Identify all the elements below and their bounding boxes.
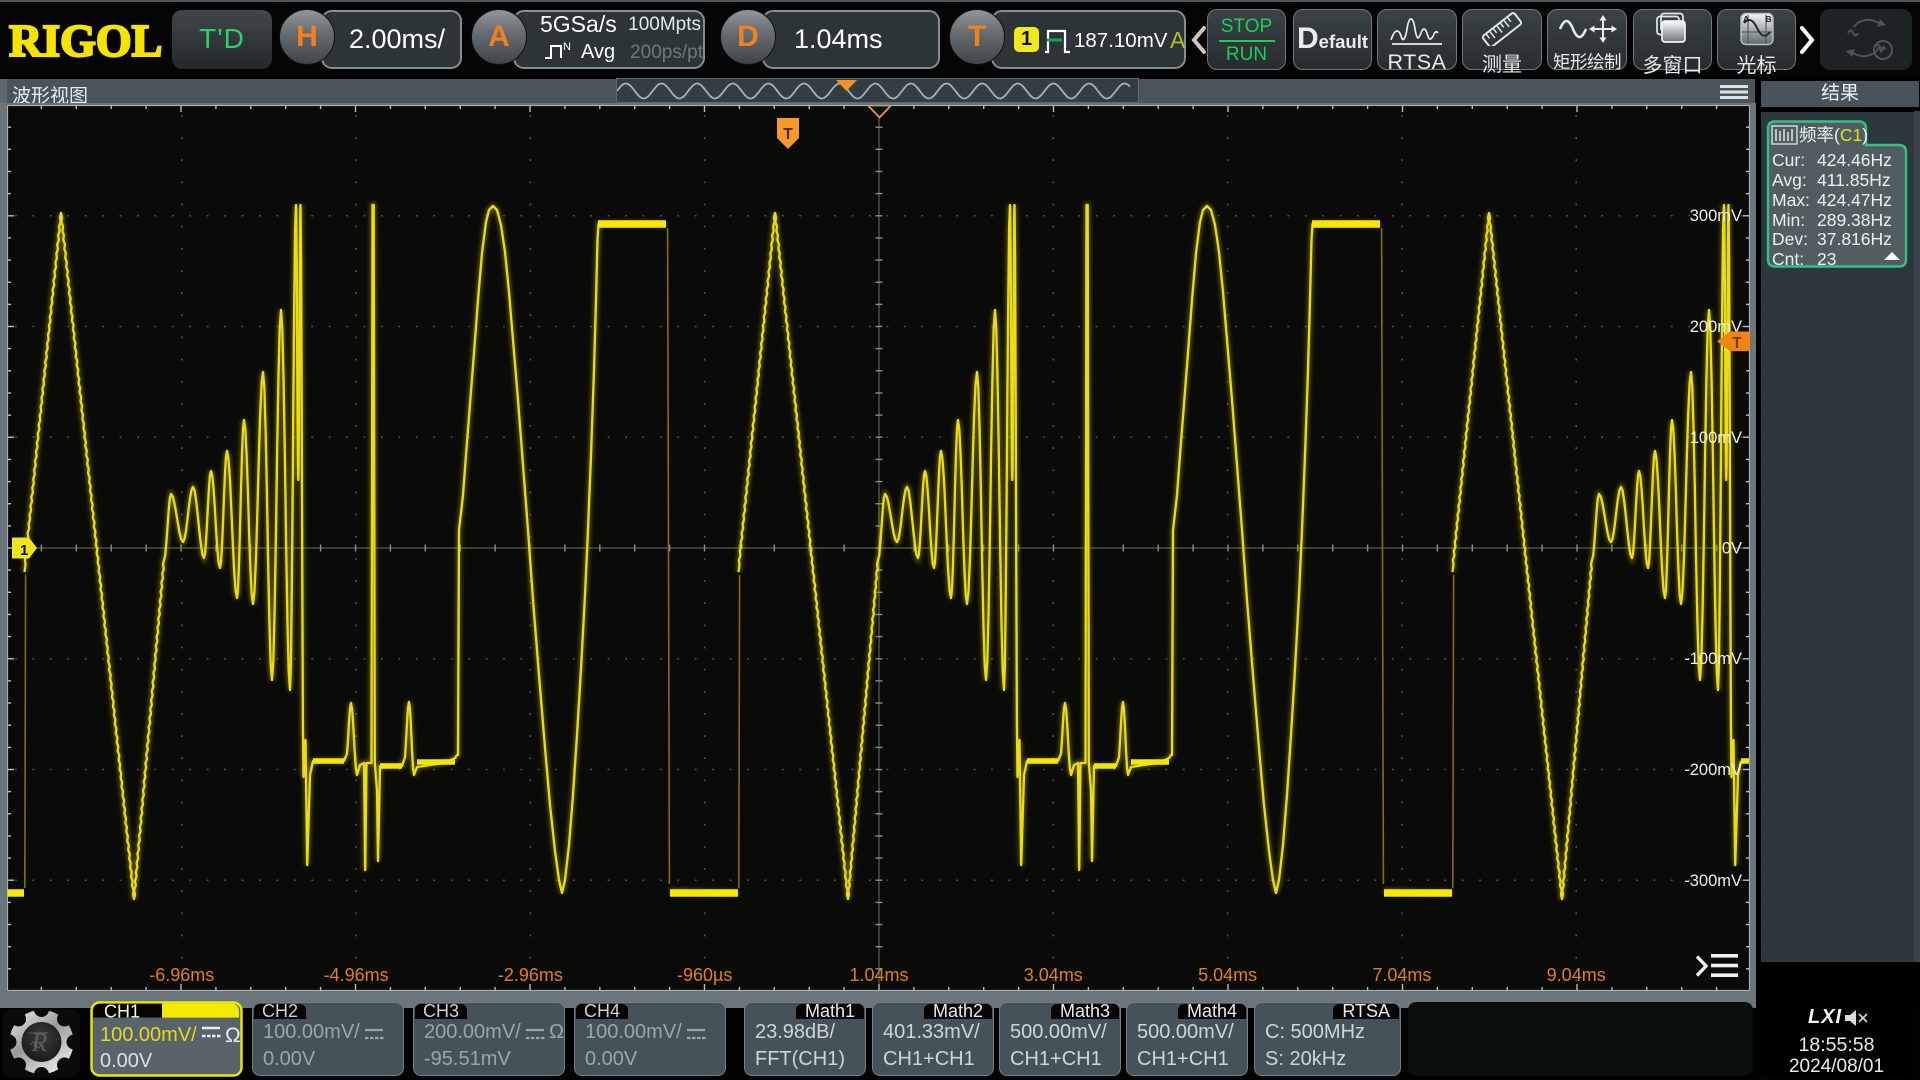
svg-text:100.00mV/: 100.00mV/ xyxy=(100,1024,197,1046)
svg-text:Avg:: Avg: xyxy=(1772,170,1807,190)
svg-text:N: N xyxy=(563,41,571,53)
svg-text:23: 23 xyxy=(1817,249,1836,269)
svg-text:3.04ms: 3.04ms xyxy=(1024,965,1083,985)
svg-text:411.85Hz: 411.85Hz xyxy=(1817,170,1891,190)
svg-text:Cur:: Cur: xyxy=(1772,150,1805,170)
svg-text:CH1: CH1 xyxy=(104,1002,140,1022)
svg-text:289.38Hz: 289.38Hz xyxy=(1817,210,1892,230)
svg-text:T: T xyxy=(1732,335,1742,352)
svg-text:300mV: 300mV xyxy=(1690,207,1742,225)
svg-text:Max:: Max: xyxy=(1772,190,1810,210)
svg-text:424.47Hz: 424.47Hz xyxy=(1817,190,1892,210)
svg-text:-100mV: -100mV xyxy=(1684,650,1742,668)
svg-text:-2.96ms: -2.96ms xyxy=(498,965,563,985)
svg-text:0.00V: 0.00V xyxy=(100,1050,153,1072)
svg-text:B: B xyxy=(1765,14,1771,24)
svg-text:100mV: 100mV xyxy=(1690,429,1742,447)
svg-text:1.04ms: 1.04ms xyxy=(849,965,908,985)
svg-text:T: T xyxy=(783,126,793,143)
svg-text:0V: 0V xyxy=(1722,540,1742,558)
svg-text:5.04ms: 5.04ms xyxy=(1198,965,1257,985)
svg-text:37.816Hz: 37.816Hz xyxy=(1817,229,1892,249)
svg-text:Min:: Min: xyxy=(1772,210,1805,230)
svg-text:Cnt:: Cnt: xyxy=(1772,249,1804,269)
svg-text:424.46Hz: 424.46Hz xyxy=(1817,150,1892,170)
svg-text:7.04ms: 7.04ms xyxy=(1372,965,1431,985)
svg-text:A: A xyxy=(1743,14,1749,24)
svg-text:Dev:: Dev: xyxy=(1772,229,1808,249)
svg-text:-960µs: -960µs xyxy=(677,965,732,985)
svg-text:-200mV: -200mV xyxy=(1684,761,1742,779)
svg-text:-6.96ms: -6.96ms xyxy=(149,965,214,985)
svg-text:1: 1 xyxy=(20,542,28,559)
svg-text:-300mV: -300mV xyxy=(1684,872,1742,890)
svg-text:频率(C1): 频率(C1) xyxy=(1799,125,1868,145)
svg-text:-4.96ms: -4.96ms xyxy=(324,965,389,985)
svg-text:Ω: Ω xyxy=(225,1024,241,1047)
svg-text:9.04ms: 9.04ms xyxy=(1547,965,1606,985)
